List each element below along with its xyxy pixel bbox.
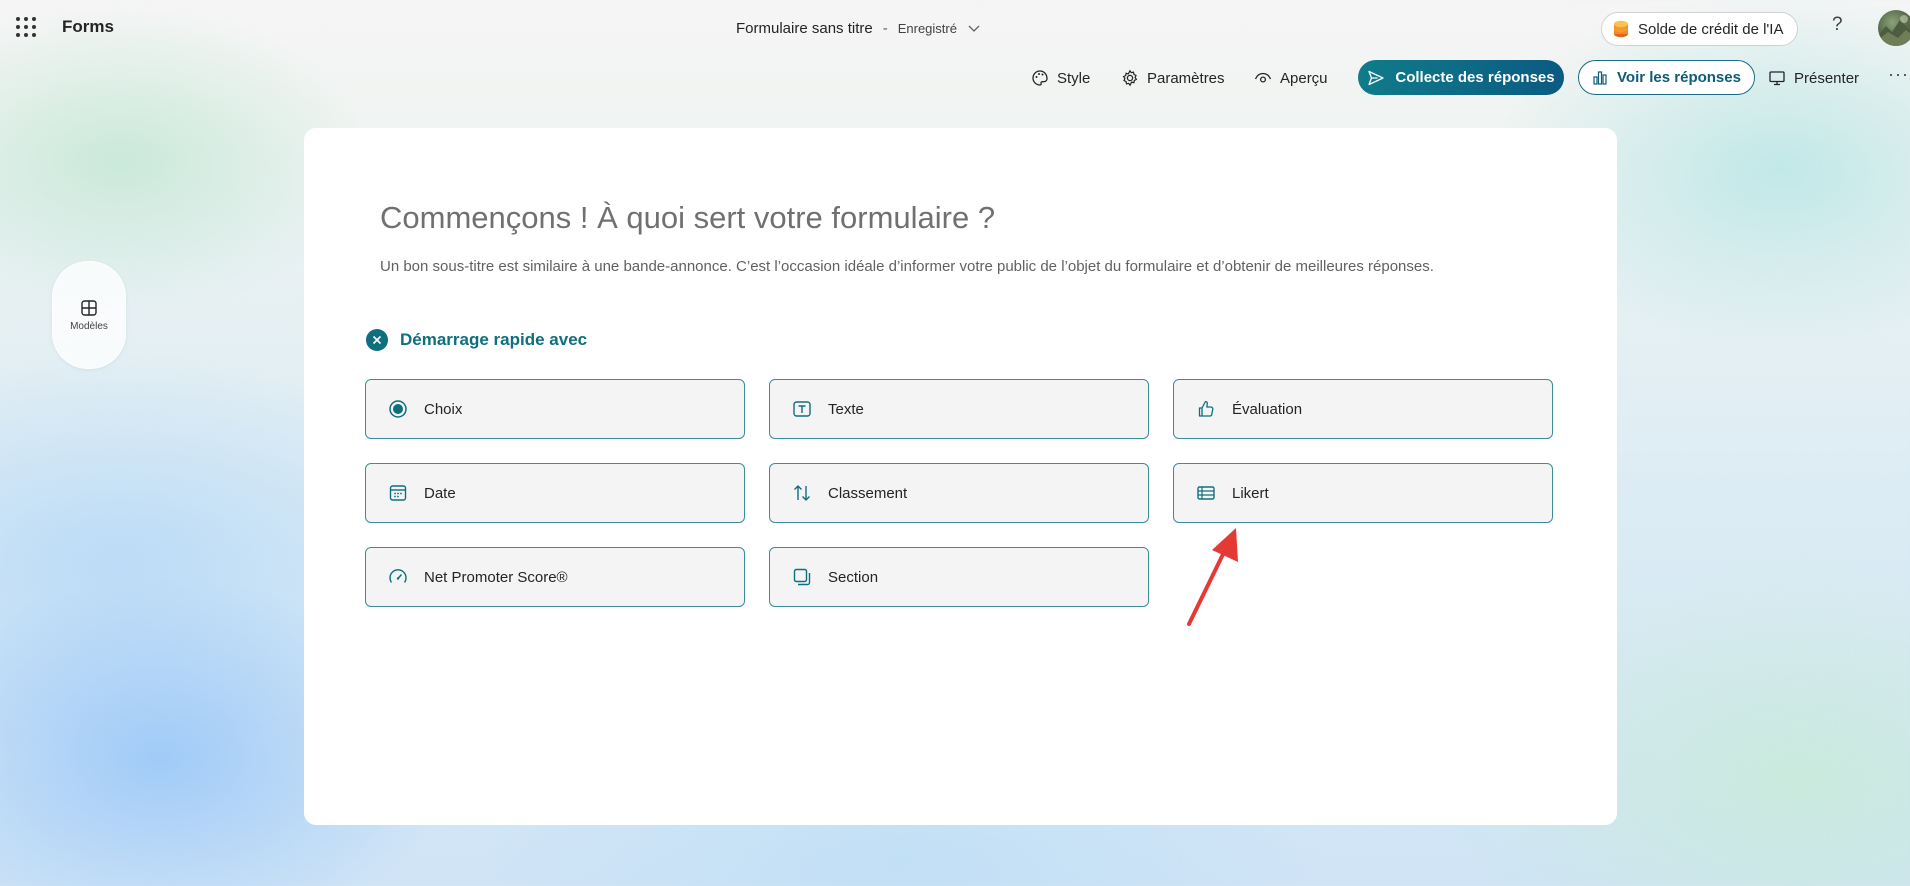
form-card: Commençons ! À quoi sert votre formulair… xyxy=(304,128,1617,825)
radio-icon xyxy=(388,399,408,419)
quick-start-label: Démarrage rapide avec xyxy=(400,330,588,349)
question-type-rating[interactable]: Évaluation xyxy=(1173,379,1553,439)
preview-label: Aperçu xyxy=(1280,69,1328,87)
question-type-date[interactable]: Date xyxy=(365,463,745,523)
question-type-label: Net Promoter Score® xyxy=(424,568,568,586)
gear-icon xyxy=(1122,69,1138,87)
chevron-down-icon xyxy=(968,25,980,32)
avatar[interactable] xyxy=(1878,10,1910,46)
question-type-label: Date xyxy=(424,484,456,502)
palette-icon xyxy=(1032,70,1048,86)
style-button[interactable]: Style xyxy=(1031,62,1090,94)
send-icon xyxy=(1368,70,1385,85)
collect-responses-button[interactable]: Collecte des réponses xyxy=(1358,60,1564,95)
section-icon xyxy=(792,567,812,587)
coins-icon xyxy=(1614,20,1628,38)
question-type-label: Texte xyxy=(828,400,864,418)
app-launcher-icon[interactable] xyxy=(16,17,36,37)
question-type-likert[interactable]: Likert xyxy=(1173,463,1553,523)
preview-button[interactable]: Aperçu xyxy=(1254,62,1328,94)
present-button[interactable]: Présenter xyxy=(1768,62,1859,94)
thumbs-up-icon xyxy=(1196,399,1216,419)
bar-chart-icon xyxy=(1593,70,1607,85)
view-responses-label: Voir les réponses xyxy=(1617,69,1741,86)
eye-icon xyxy=(1254,72,1272,83)
templates-label: Modèles xyxy=(70,320,108,332)
question-type-section[interactable]: Section xyxy=(769,547,1149,607)
calendar-icon xyxy=(388,483,408,503)
question-type-choice[interactable]: Choix xyxy=(365,379,745,439)
settings-label: Paramètres xyxy=(1147,69,1225,87)
style-label: Style xyxy=(1057,69,1091,87)
form-subtitle[interactable]: Un bon sous-titre est similaire à une ba… xyxy=(380,258,1434,275)
help-icon[interactable]: ? xyxy=(1832,14,1843,36)
question-type-text[interactable]: Texte xyxy=(769,379,1149,439)
ai-credit-button[interactable]: Solde de crédit de l'IA xyxy=(1601,12,1799,46)
form-title[interactable]: Commençons ! À quoi sert votre formulair… xyxy=(380,200,995,236)
view-responses-button[interactable]: Voir les réponses xyxy=(1578,60,1755,95)
ranking-icon xyxy=(792,483,812,503)
close-icon[interactable] xyxy=(366,329,388,351)
present-label: Présenter xyxy=(1794,69,1860,87)
question-type-label: Évaluation xyxy=(1232,400,1303,418)
gauge-icon xyxy=(388,567,408,587)
title-separator: - xyxy=(882,19,888,37)
document-title: Formulaire sans titre xyxy=(736,19,873,37)
annotation-arrow-icon xyxy=(1187,528,1238,626)
templates-icon xyxy=(81,299,97,316)
question-type-ranking[interactable]: Classement xyxy=(769,463,1149,523)
question-type-label: Section xyxy=(828,568,879,586)
likert-icon xyxy=(1196,483,1216,503)
collect-responses-label: Collecte des réponses xyxy=(1395,69,1555,86)
settings-button[interactable]: Paramètres xyxy=(1121,62,1225,94)
app-name[interactable]: Forms xyxy=(62,17,114,37)
save-status: Enregistré xyxy=(897,20,957,36)
question-type-label: Likert xyxy=(1232,484,1269,502)
templates-button[interactable]: Modèles xyxy=(52,261,126,369)
top-bar: Forms Formulaire sans titre - Enregistré… xyxy=(0,0,1910,56)
question-type-label: Choix xyxy=(424,400,463,418)
more-options-icon[interactable]: ··· xyxy=(1888,64,1909,85)
ai-credit-label: Solde de crédit de l'IA xyxy=(1638,20,1784,38)
question-type-label: Classement xyxy=(828,484,908,502)
quick-start-toggle[interactable]: Démarrage rapide avec xyxy=(366,329,587,351)
text-icon xyxy=(792,399,812,419)
question-type-nps[interactable]: Net Promoter Score® xyxy=(365,547,745,607)
presentation-icon xyxy=(1769,71,1785,86)
document-title-menu[interactable]: Formulaire sans titre - Enregistré xyxy=(736,18,981,38)
